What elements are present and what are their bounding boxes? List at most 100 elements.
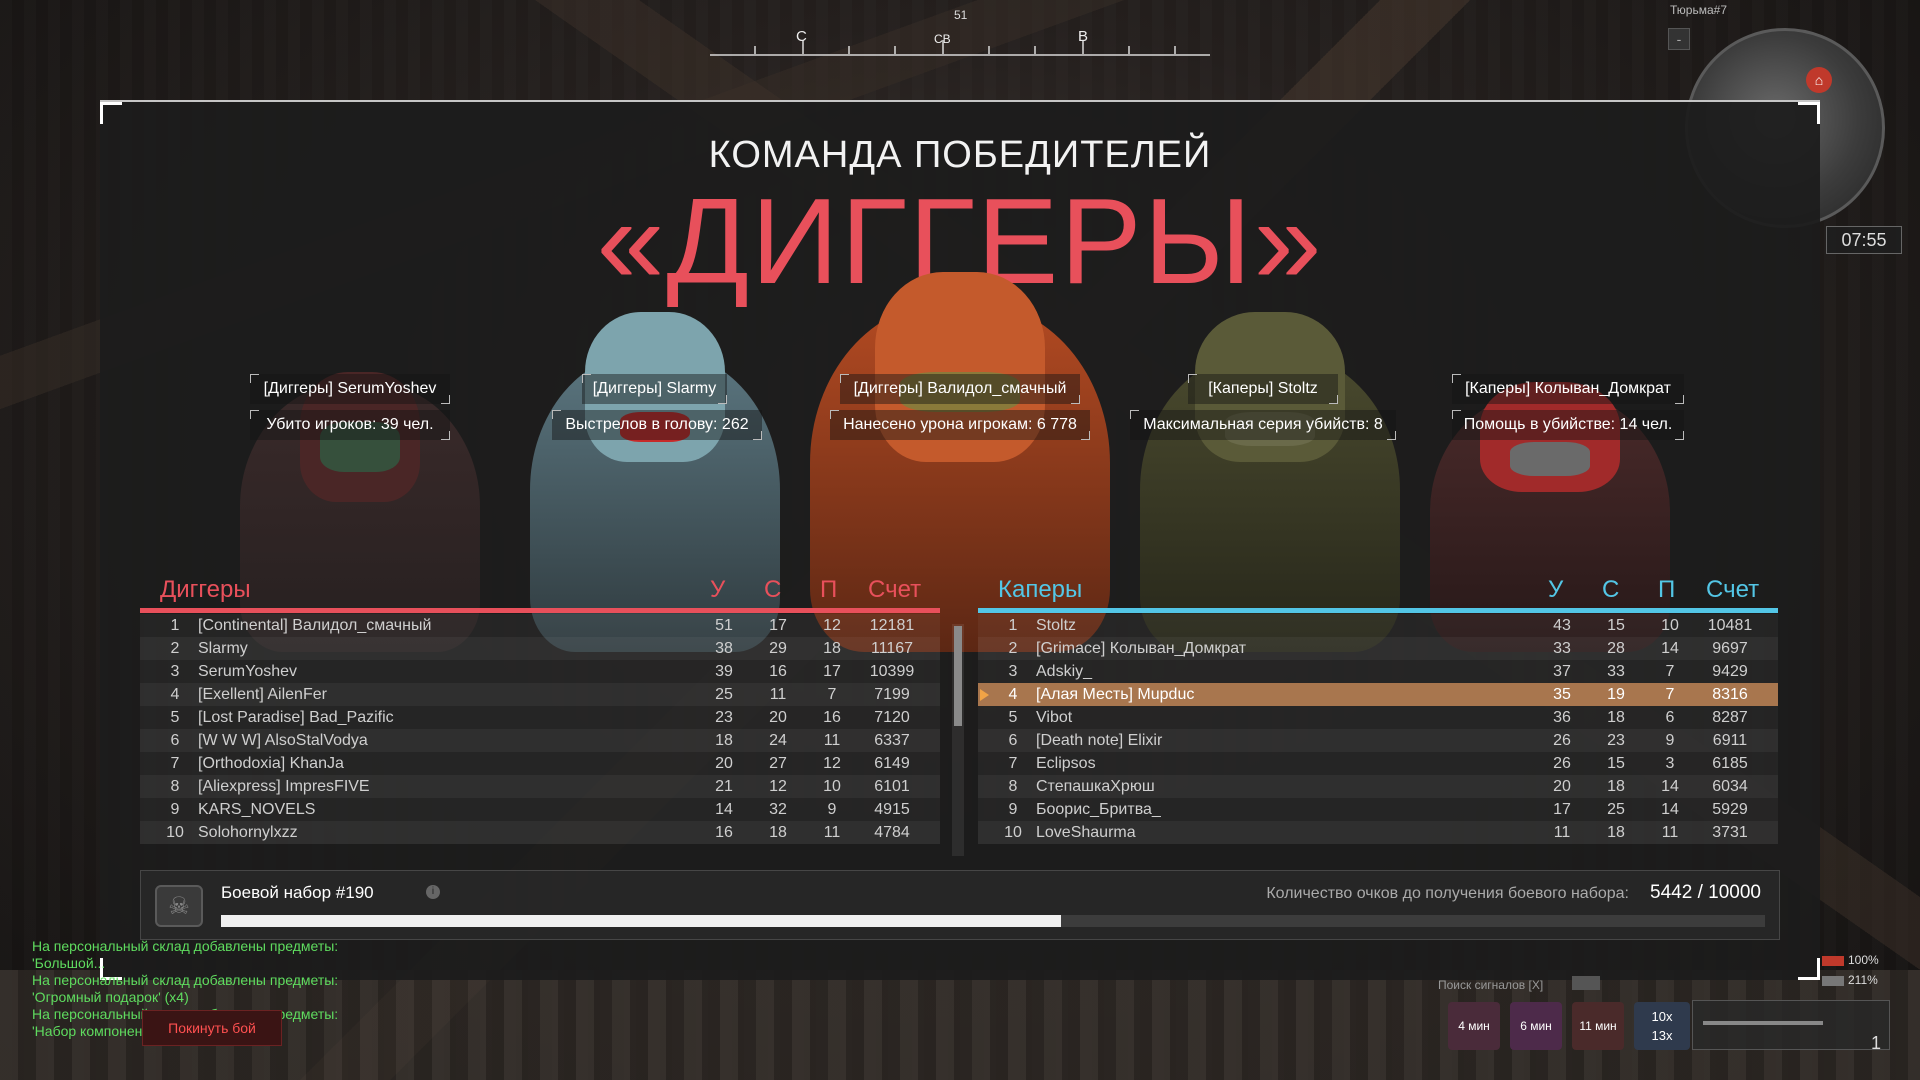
row-kills: 16: [715, 824, 733, 841]
info-icon[interactable]: i: [426, 885, 440, 899]
row-rank: 6: [1008, 732, 1018, 749]
row-player-name: Stoltz: [1036, 617, 1077, 634]
highlight-player-1: [Диггеры] SerumYoshev: [250, 374, 450, 404]
row-deaths: 32: [769, 801, 787, 818]
compass-line: [710, 54, 1210, 56]
compass-tick: [848, 46, 850, 54]
consumable-count-top: 10x: [1651, 1009, 1673, 1024]
row-assists: 14: [1661, 640, 1679, 657]
highlight-stat-2: Выстрелов в голову: 262: [552, 410, 762, 440]
table-row[interactable]: 8 [Aliexpress] ImpresFIVE 21 12 10 6101: [140, 775, 940, 798]
row-score: 4915: [874, 801, 910, 818]
row-deaths: 18: [1607, 709, 1625, 726]
armor-bar: [1822, 976, 1844, 986]
row-player-name: Боорис_Бритва_: [1036, 801, 1161, 818]
row-player-name: [Grimace] Колыван_Домкрат: [1036, 640, 1247, 657]
row-assists: 18: [823, 640, 841, 657]
table-row[interactable]: 2 [Grimace] Колыван_Домкрат 33 28 14 9697: [978, 637, 1778, 660]
row-player-name: Adskiy_: [1036, 663, 1093, 680]
team-table-diggers: Диггеры У С П Счет 1 [Continental] Валидо…: [140, 564, 940, 844]
row-assists: 12: [823, 755, 841, 772]
row-assists: 10: [823, 778, 841, 795]
minimap-location: Тюрьма#7: [1670, 3, 1727, 17]
row-assists: 10: [1661, 617, 1679, 634]
scoreboard-scrollbar[interactable]: [952, 624, 964, 856]
battle-kit-progress-fill: [221, 915, 1062, 927]
row-assists: 6: [1665, 709, 1675, 726]
row-score: 7120: [874, 709, 910, 726]
table-row[interactable]: 5 [Lost Paradise] Bad_Pazific 23 20 16 7120: [140, 706, 940, 729]
row-score: 12181: [869, 617, 915, 634]
row-deaths: 29: [769, 640, 787, 657]
row-deaths: 19: [1607, 686, 1625, 703]
highlight-stat-3: Нанесено урона игрокам: 6 778: [830, 410, 1090, 440]
chat-line: 'Большой...: [32, 955, 106, 971]
table-row[interactable]: 8 СтепашкаХрюш 20 18 14 6034: [978, 775, 1778, 798]
row-score: 6149: [874, 755, 910, 772]
table-row[interactable]: 3 Adskiy_ 37 33 7 9429: [978, 660, 1778, 683]
row-deaths: 15: [1607, 617, 1625, 634]
row-deaths: 15: [1607, 755, 1625, 772]
row-player-name: SerumYoshev: [198, 663, 298, 680]
table-row[interactable]: 9 KARS_NOVELS 14 32 9 4915: [140, 798, 940, 821]
row-kills: 26: [1553, 755, 1571, 772]
scrollbar-thumb[interactable]: [954, 626, 962, 726]
buff-tile-6min[interactable]: 6 мин: [1510, 1002, 1562, 1050]
table-row[interactable]: 1 Stoltz 43 15 10 10481: [978, 614, 1778, 637]
row-score: 11167: [870, 640, 914, 657]
table-row[interactable]: 10 Solohornylxzz 16 18 11 4784: [140, 821, 940, 844]
row-score: 10481: [1707, 617, 1753, 634]
consumable-tile[interactable]: 10x 13x: [1634, 1002, 1690, 1050]
table-row[interactable]: 6 [W W W] AlsoStalVodya 18 24 11 6337: [140, 729, 940, 752]
table-row[interactable]: 4 [Exellent] AilenFer 25 11 7 7199: [140, 683, 940, 706]
row-rank: 1: [170, 617, 180, 634]
table-row-current-player[interactable]: 4 [Алая Месть] Mupduc 35 19 7 8316: [978, 683, 1778, 706]
table-row[interactable]: 9 Боорис_Бритва_ 17 25 14 5929: [978, 798, 1778, 821]
col-score: Счет: [1706, 576, 1760, 603]
minimap-zoom-out-button[interactable]: -: [1668, 28, 1690, 50]
compass-tick: [802, 40, 804, 54]
table-row[interactable]: 7 [Orthodoxia] KhanJa 20 27 12 6149: [140, 752, 940, 775]
row-rank: 2: [1008, 640, 1018, 657]
compass-tick: [988, 46, 990, 54]
col-kills: У: [1548, 576, 1564, 603]
signal-search-toggle[interactable]: [1572, 976, 1600, 990]
row-kills: 51: [715, 617, 733, 634]
weapon-icon: [1703, 1021, 1823, 1025]
compass: 51 С СВ В: [710, 8, 1210, 60]
row-deaths: 27: [769, 755, 787, 772]
row-assists: 11: [1661, 824, 1679, 841]
highlight-player-5: [Каперы] Колыван_Домкрат: [1452, 374, 1684, 404]
row-score: 6101: [874, 778, 910, 795]
row-rank: 6: [170, 732, 180, 749]
row-kills: 37: [1553, 663, 1571, 680]
consumable-count-bottom: 13x: [1651, 1028, 1673, 1043]
row-score: 4784: [874, 824, 910, 841]
leave-battle-button[interactable]: Покинуть бой: [142, 1010, 282, 1046]
compass-tick: [942, 40, 944, 54]
row-player-name: Slarmy: [198, 640, 248, 657]
table-row[interactable]: 6 [Death note] Elixir 26 23 9 6911: [978, 729, 1778, 752]
table-row[interactable]: 5 Vibot 36 18 6 8287: [978, 706, 1778, 729]
row-deaths: 12: [769, 778, 787, 795]
table-row[interactable]: 3 SerumYoshev 39 16 17 10399: [140, 660, 940, 683]
buff-tile-4min[interactable]: 4 мин: [1448, 1002, 1500, 1050]
row-deaths: 17: [769, 617, 787, 634]
row-deaths: 25: [1607, 801, 1625, 818]
table-row[interactable]: 10 LoveShaurma 11 18 11 3731: [978, 821, 1778, 844]
weapon-slot[interactable]: 1: [1692, 1000, 1890, 1053]
table-row[interactable]: 1 [Continental] Валидол_смачный 51 17 12 1218…: [140, 614, 940, 637]
row-assists: 12: [823, 617, 841, 634]
table-row[interactable]: 7 Eclipsos 26 15 3 6185: [978, 752, 1778, 775]
row-player-name: [Lost Paradise] Bad_Pazific: [198, 709, 394, 726]
table-row[interactable]: 2 Slarmy 38 29 18 11167: [140, 637, 940, 660]
buff-tile-11min[interactable]: 11 мин: [1572, 1002, 1624, 1050]
row-rank: 2: [170, 640, 180, 657]
compass-tick: [1034, 46, 1036, 54]
compass-tick: [1128, 46, 1130, 54]
row-score: 9697: [1712, 640, 1748, 657]
highlight-stat-4: Максимальная серия убийств: 8: [1130, 410, 1396, 440]
row-deaths: 28: [1607, 640, 1625, 657]
match-timer: 07:55: [1826, 226, 1902, 254]
row-player-name: [Aliexpress] ImpresFIVE: [198, 778, 370, 795]
